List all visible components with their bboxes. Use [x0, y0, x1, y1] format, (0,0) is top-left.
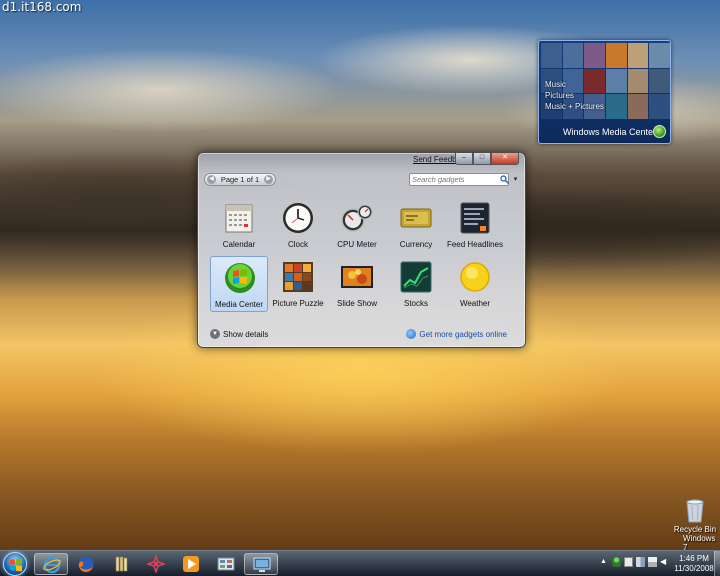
- maximize-button[interactable]: □: [473, 153, 491, 165]
- media-center-title: Windows Media Center: [563, 127, 657, 137]
- prev-page-icon[interactable]: ◀: [207, 175, 216, 184]
- weather-icon: [460, 262, 490, 292]
- gadget-label: Slide Show: [336, 299, 378, 308]
- slide-show-icon: [341, 266, 373, 288]
- page-label: Page 1 of 1: [220, 175, 260, 184]
- recycle-bin[interactable]: Recycle Bin: [673, 497, 717, 534]
- firefox-icon: [78, 556, 94, 573]
- media-center-icon: [225, 263, 255, 293]
- media-player-icon: [183, 556, 199, 572]
- gadget-label: Weather: [459, 299, 491, 308]
- gadget-label: Stocks: [403, 299, 428, 308]
- get-more-label: Get more gadgets online: [419, 329, 507, 339]
- media-center-menu: Music Pictures Music + Pictures: [545, 79, 604, 112]
- gadget-slide-show[interactable]: Slide Show: [328, 256, 386, 312]
- media-center-logo-icon: [653, 125, 666, 138]
- gadget-picture-puzzle[interactable]: Picture Puzzle: [269, 256, 327, 312]
- volume-icon[interactable]: ◀: [660, 557, 669, 567]
- taskbar-gadgets[interactable]: [244, 553, 278, 575]
- gadget-gallery-window: Send Feedback – □ ✕ ◀ Page 1 of 1 ▶ ▾ Ca…: [197, 152, 526, 348]
- menu-item-music[interactable]: Music: [545, 79, 604, 90]
- recycle-bin-label: Recycle Bin: [673, 525, 717, 534]
- page-navigator: ◀ Page 1 of 1 ▶: [204, 173, 276, 186]
- gadget-clock[interactable]: Clock: [269, 197, 327, 253]
- network-icon[interactable]: [636, 557, 645, 567]
- clock-date: 11/30/2008: [674, 564, 714, 573]
- show-details-label: Show details: [223, 329, 269, 339]
- system-tray: ▲ ◀: [600, 557, 669, 567]
- show-details-button[interactable]: ▼ Show details: [210, 329, 268, 339]
- watermark: d1.it168.com: [2, 0, 82, 14]
- window-controls: – □ ✕: [455, 153, 519, 165]
- taskbar-internet-explorer[interactable]: [34, 553, 68, 575]
- gadget-label: Currency: [399, 240, 433, 249]
- gallery-icon: [217, 557, 235, 571]
- app-icon: [147, 555, 165, 573]
- gadget-label: Calendar: [222, 240, 256, 249]
- tray-arrow-icon[interactable]: ▲: [600, 557, 609, 567]
- flag-icon[interactable]: [648, 557, 657, 567]
- gadget-label: CPU Meter: [337, 240, 377, 249]
- user-icon[interactable]: [612, 557, 621, 567]
- windows-logo-icon: [10, 558, 22, 572]
- calendar-icon: [225, 204, 253, 233]
- close-button[interactable]: ✕: [491, 153, 519, 165]
- gadget-currency[interactable]: Currency: [387, 197, 445, 253]
- minimize-button[interactable]: –: [455, 153, 473, 165]
- search-dropdown-icon[interactable]: ▾: [511, 174, 520, 185]
- gadget-feed-headlines[interactable]: Feed Headlines: [446, 197, 504, 253]
- gadget-weather[interactable]: Weather: [446, 256, 504, 312]
- get-more-gadgets-link[interactable]: Get more gadgets online: [406, 329, 507, 339]
- show-desktop-button[interactable]: [714, 551, 720, 576]
- currency-icon: [400, 208, 432, 228]
- gadget-label: Media Center: [214, 300, 264, 309]
- gadget-media-center[interactable]: Media Center: [210, 256, 268, 312]
- gadgets-icon: [253, 557, 271, 572]
- next-page-icon[interactable]: ▶: [264, 175, 273, 184]
- gadget-stocks[interactable]: Stocks: [387, 256, 445, 312]
- library-icon: [115, 556, 128, 572]
- start-button[interactable]: [3, 552, 27, 576]
- gadget-label: Feed Headlines: [446, 240, 504, 249]
- taskbar-app[interactable]: [139, 553, 173, 575]
- internet-explorer-icon: [43, 556, 61, 574]
- taskbar-gallery[interactable]: [209, 553, 243, 575]
- taskbar: ▲ ◀ 1:46 PM 11/30/2008: [0, 550, 720, 576]
- picture-puzzle-icon: [283, 262, 313, 292]
- cpu-meter-icon: [341, 204, 373, 232]
- clock-time: 1:46 PM: [679, 554, 709, 563]
- globe-icon: [406, 329, 417, 339]
- feed-headlines-icon: [460, 202, 490, 234]
- gallery-footer: ▼ Show details Get more gadgets online: [198, 323, 525, 347]
- clock-icon: [283, 203, 313, 233]
- menu-item-music-pictures[interactable]: Music + Pictures: [545, 101, 604, 112]
- taskbar-clock[interactable]: 1:46 PM 11/30/2008: [671, 554, 717, 574]
- gadget-label: Clock: [287, 240, 308, 249]
- media-center-gadget[interactable]: Music Pictures Music + Pictures Windows …: [538, 40, 671, 144]
- action-center-icon[interactable]: [624, 557, 633, 567]
- chevron-down-icon: ▼: [210, 329, 220, 339]
- search-icon[interactable]: [500, 175, 509, 184]
- gadget-cpu-meter[interactable]: CPU Meter: [328, 197, 386, 253]
- menu-item-pictures[interactable]: Pictures: [545, 90, 604, 101]
- gadget-label: Picture Puzzle: [272, 299, 324, 308]
- taskbar-library[interactable]: [104, 553, 138, 575]
- taskbar-media-player[interactable]: [174, 553, 208, 575]
- search-gadgets-input[interactable]: [409, 173, 509, 186]
- gadget-calendar[interactable]: Calendar: [210, 197, 268, 253]
- stocks-icon: [400, 261, 432, 293]
- recycle-bin-icon: [686, 499, 704, 523]
- taskbar-firefox[interactable]: [69, 553, 103, 575]
